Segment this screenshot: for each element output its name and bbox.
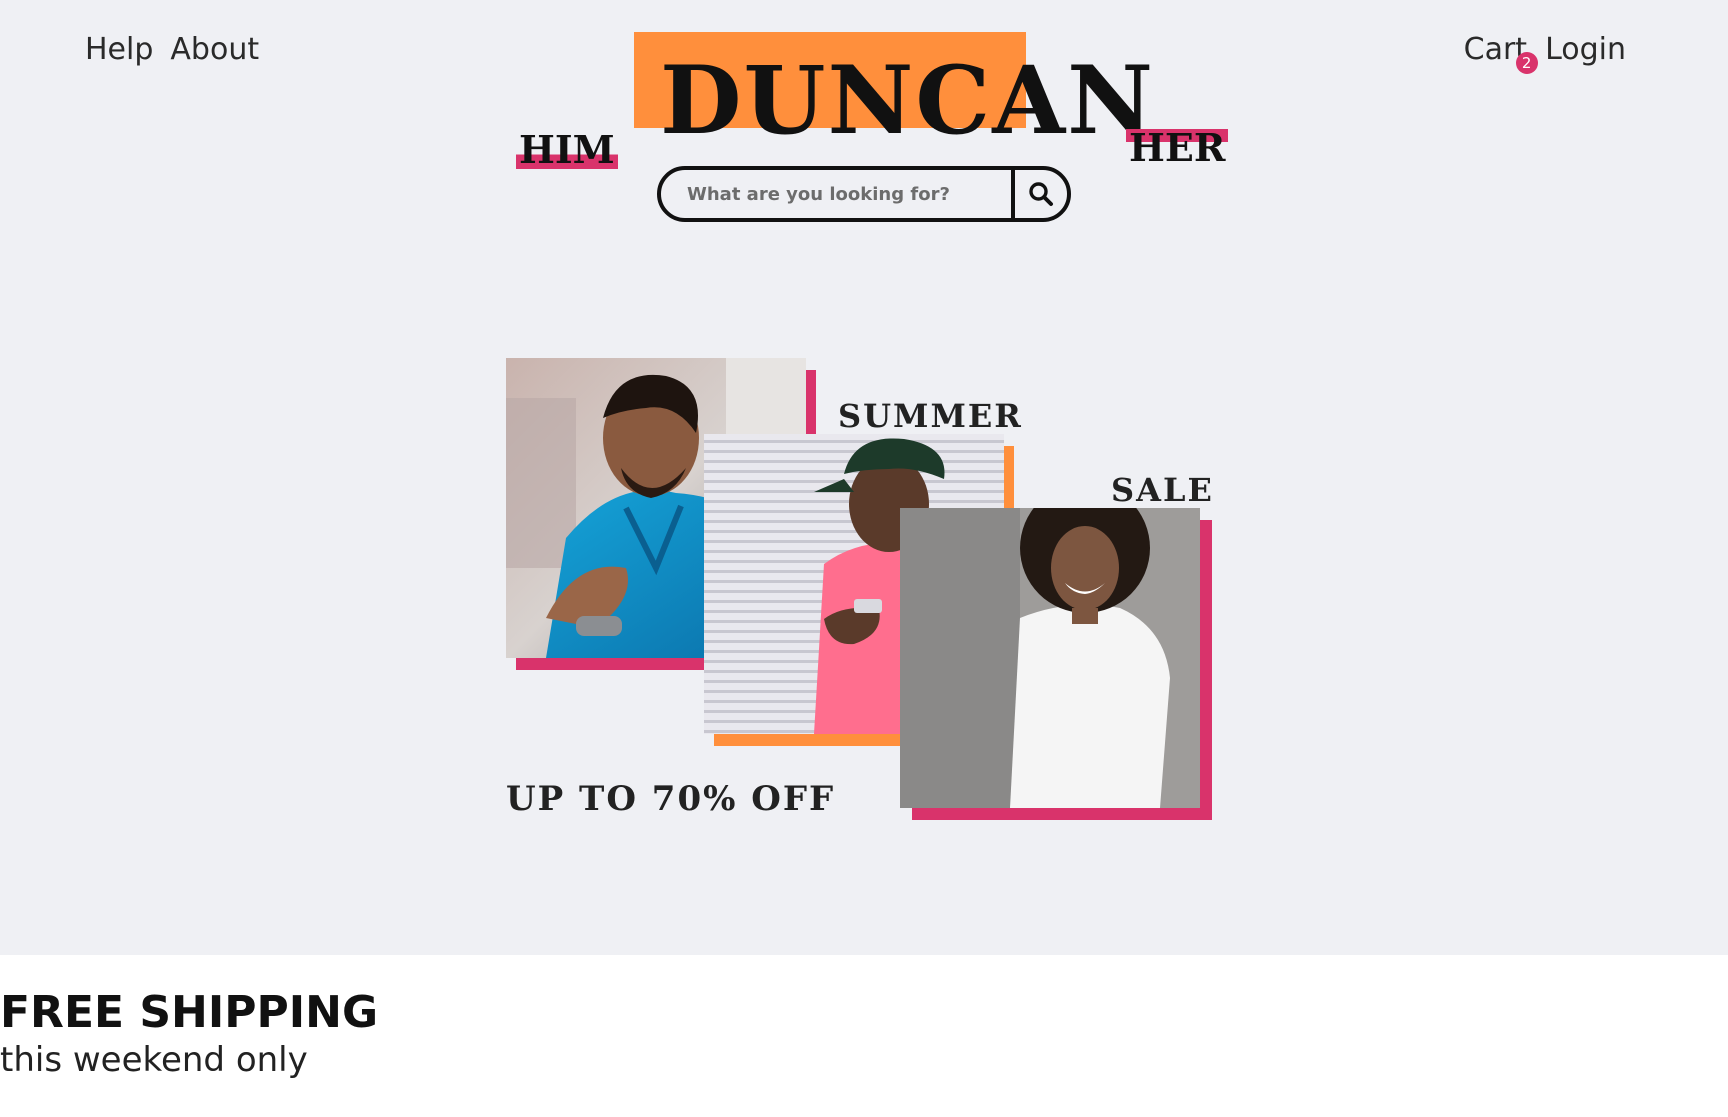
cart-count-badge: 2 (1515, 52, 1538, 74)
about-link[interactable]: About (170, 32, 259, 67)
top-nav-right: Cart 2 Login (1464, 32, 1626, 74)
summer-label: SUMMER (838, 397, 1023, 435)
her-link[interactable]: HER (1126, 129, 1229, 167)
top-nav-left: Help About (85, 32, 259, 67)
help-link[interactable]: Help (85, 32, 153, 67)
brand-logo[interactable]: DUNCAN (660, 54, 1155, 148)
search-button[interactable] (1011, 170, 1067, 218)
discount-label: UP TO 70% OFF (506, 779, 836, 819)
banner-subtitle: this weekend only (0, 1040, 308, 1080)
sale-label: SALE (1111, 471, 1214, 509)
product-photo-white-tee[interactable] (900, 508, 1200, 808)
search-bar (657, 166, 1071, 222)
him-link[interactable]: HIM (516, 131, 618, 169)
cart-link-wrapper: Cart 2 (1464, 32, 1538, 74)
search-icon (1028, 181, 1054, 207)
login-link[interactable]: Login (1545, 32, 1626, 67)
banner-title: FREE SHIPPING (0, 987, 379, 1038)
search-input[interactable] (661, 170, 1011, 218)
